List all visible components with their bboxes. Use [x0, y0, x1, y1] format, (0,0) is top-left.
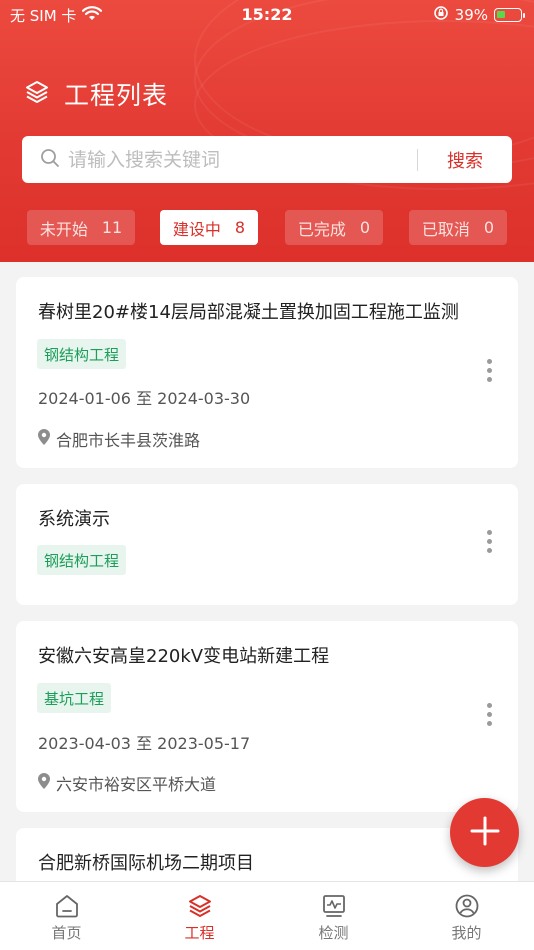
- project-type-tag: 钢结构工程: [37, 339, 127, 369]
- header-banner: 无 SIM 卡 15:22 39% 工程列表 请输入搜索关键词 搜索 未开始 1…: [0, 0, 534, 262]
- tab-label: 建设中: [172, 219, 221, 239]
- nav-item-projects[interactable]: 工程: [133, 882, 266, 950]
- search-bar: 搜索: [22, 136, 512, 183]
- nav-label: 首页: [51, 924, 82, 942]
- tab-count: 8: [234, 218, 246, 237]
- battery-icon: [494, 8, 525, 22]
- project-title: 春树里20#楼14层局部混凝土置换加固工程施工监测: [38, 302, 459, 323]
- page-title-row: 工程列表: [24, 76, 168, 112]
- tab-count: 11: [101, 218, 123, 237]
- project-dates: 2024-01-06 至 2024-03-30: [38, 389, 251, 408]
- tab-count: 0: [359, 218, 371, 237]
- orientation-lock-icon: [433, 5, 449, 25]
- project-location: 六安市裕安区平桥大道: [38, 771, 216, 795]
- tab-label: 已取消: [421, 219, 470, 239]
- project-type-tag: 钢结构工程: [37, 545, 127, 575]
- layers-icon: [24, 79, 50, 109]
- project-card[interactable]: 安徽六安高皇220kV变电站新建工程 基坑工程 2023-04-03 至 202…: [16, 621, 518, 812]
- more-options-icon[interactable]: [484, 703, 494, 726]
- project-card[interactable]: 系统演示 钢结构工程: [16, 484, 518, 605]
- project-title: 合肥新桥国际机场二期项目: [38, 853, 254, 874]
- page-title: 工程列表: [64, 81, 169, 110]
- location-text: 六安市裕安区平桥大道: [56, 775, 217, 794]
- status-tabs: 未开始 11 建设中 8 已完成 0 已取消 0: [27, 210, 507, 245]
- bottom-nav: 首页 工程 检测 我的: [0, 881, 534, 950]
- project-card[interactable]: 春树里20#楼14层局部混凝土置换加固工程施工监测 钢结构工程 2024-01-…: [16, 277, 518, 468]
- project-dates: 2023-04-03 至 2023-05-17: [38, 734, 251, 753]
- tab-label: 未开始: [39, 219, 88, 239]
- battery-percent: 39%: [454, 6, 488, 24]
- monitor-icon: [321, 893, 347, 919]
- more-options-icon[interactable]: [484, 530, 494, 553]
- nav-label: 我的: [451, 924, 482, 942]
- layers-icon: [187, 893, 213, 919]
- tab-not-started[interactable]: 未开始 11: [27, 210, 135, 245]
- nav-item-profile[interactable]: 我的: [400, 882, 533, 950]
- tab-cancelled[interactable]: 已取消 0: [409, 210, 507, 245]
- more-options-icon[interactable]: [484, 359, 494, 382]
- user-icon: [454, 893, 480, 919]
- tab-label: 已完成: [297, 219, 346, 239]
- home-icon: [54, 893, 80, 919]
- project-location: 合肥市长丰县茨淮路: [38, 427, 200, 451]
- project-card[interactable]: 合肥新桥国际机场二期项目: [16, 828, 518, 888]
- search-input[interactable]: [68, 148, 417, 171]
- project-type-tag: 基坑工程: [37, 683, 112, 713]
- location-text: 合肥市长丰县茨淮路: [56, 431, 201, 450]
- nav-item-inspection[interactable]: 检测: [267, 882, 400, 950]
- location-pin-icon: [38, 429, 50, 449]
- status-bar: 无 SIM 卡 15:22 39%: [0, 0, 534, 28]
- tab-count: 0: [483, 218, 495, 237]
- nav-label: 检测: [318, 924, 349, 942]
- search-button[interactable]: 搜索: [418, 147, 512, 173]
- project-title: 系统演示: [38, 509, 110, 530]
- tab-completed[interactable]: 已完成 0: [285, 210, 383, 245]
- plus-icon: [470, 816, 500, 850]
- nav-item-home[interactable]: 首页: [0, 882, 133, 950]
- nav-label: 工程: [184, 924, 215, 942]
- tab-in-progress[interactable]: 建设中 8: [160, 210, 258, 245]
- search-icon: [40, 148, 60, 172]
- project-title: 安徽六安高皇220kV变电站新建工程: [38, 646, 330, 667]
- location-pin-icon: [38, 773, 50, 793]
- add-project-button[interactable]: [450, 798, 519, 867]
